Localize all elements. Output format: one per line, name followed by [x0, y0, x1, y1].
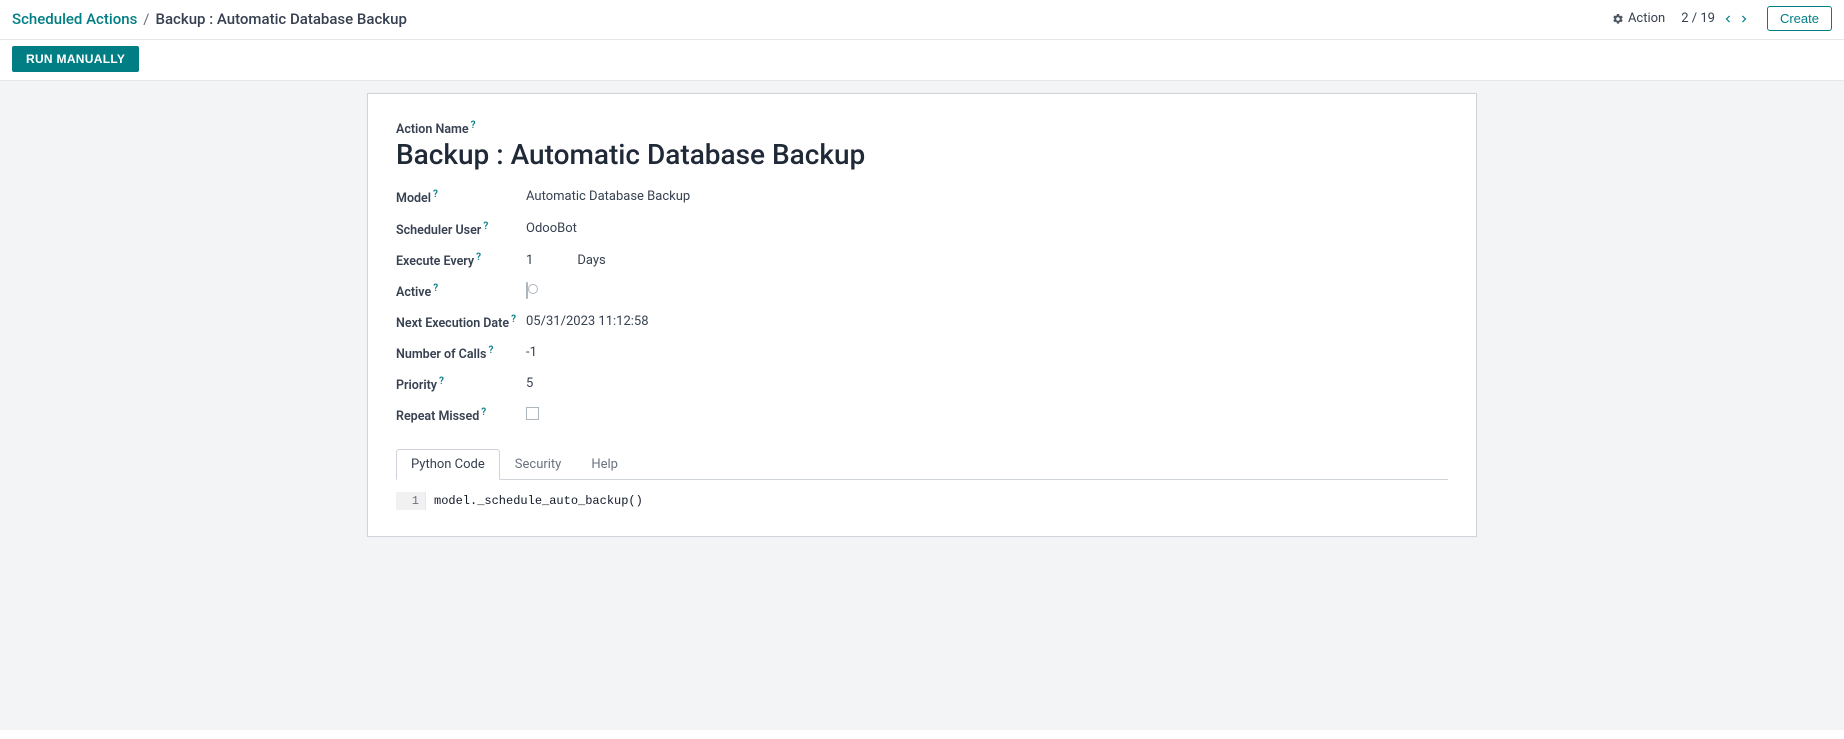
- pager: 2 / 19: [1681, 11, 1751, 26]
- code-line: model._schedule_auto_backup(): [426, 492, 643, 510]
- toolbar: RUN MANUALLY: [0, 40, 1844, 81]
- model-label: Model: [396, 192, 431, 207]
- form-grid: Model? Automatic Database Backup Schedul…: [396, 189, 936, 424]
- num-calls-label: Number of Calls: [396, 347, 486, 362]
- help-icon[interactable]: ?: [481, 407, 486, 418]
- chevron-right-icon[interactable]: [1737, 12, 1751, 26]
- help-icon[interactable]: ?: [439, 376, 444, 387]
- scheduler-user-label: Scheduler User: [396, 223, 481, 238]
- breadcrumb-separator: /: [143, 10, 149, 28]
- execute-every-label: Execute Every: [396, 254, 474, 269]
- active-label: Active: [396, 285, 431, 300]
- gear-icon: [1612, 13, 1624, 25]
- execute-every-unit: Days: [577, 253, 605, 268]
- help-icon[interactable]: ?: [476, 252, 481, 263]
- breadcrumb-current: Backup : Automatic Database Backup: [156, 10, 407, 28]
- help-icon[interactable]: ?: [433, 283, 438, 294]
- help-icon[interactable]: ?: [471, 120, 476, 131]
- execute-every-number: 1: [526, 253, 533, 268]
- chevron-left-icon[interactable]: [1721, 12, 1735, 26]
- repeat-missed-checkbox[interactable]: [526, 407, 539, 420]
- action-dropdown[interactable]: Action: [1612, 11, 1665, 26]
- run-manually-button[interactable]: RUN MANUALLY: [12, 46, 139, 72]
- code-gutter: 1: [396, 492, 426, 510]
- active-toggle[interactable]: [526, 282, 528, 299]
- priority-value: 5: [526, 376, 936, 393]
- header-right: Action 2 / 19 Create: [1612, 6, 1832, 31]
- form-sheet: Action Name? Backup : Automatic Database…: [367, 93, 1477, 537]
- help-icon[interactable]: ?: [483, 221, 488, 232]
- code-editor[interactable]: 1 model._schedule_auto_backup(): [396, 492, 1448, 510]
- next-exec-value: 05/31/2023 11:12:58: [526, 314, 936, 331]
- scheduler-user-value: OdooBot: [526, 221, 936, 238]
- tabs: Python Code Security Help: [396, 449, 1448, 480]
- tab-security[interactable]: Security: [500, 449, 577, 480]
- help-icon[interactable]: ?: [433, 189, 438, 200]
- model-value: Automatic Database Backup: [526, 189, 936, 206]
- page-body: Action Name? Backup : Automatic Database…: [0, 81, 1844, 730]
- priority-label: Priority: [396, 378, 437, 393]
- header-bar: Scheduled Actions / Backup : Automatic D…: [0, 0, 1844, 40]
- action-dropdown-label: Action: [1628, 11, 1665, 26]
- next-exec-label: Next Execution Date: [396, 316, 509, 331]
- action-name-label: Action Name: [396, 122, 469, 137]
- breadcrumb-root-link[interactable]: Scheduled Actions: [12, 10, 137, 28]
- repeat-missed-label: Repeat Missed: [396, 410, 479, 425]
- num-calls-value: -1: [526, 345, 936, 362]
- help-icon[interactable]: ?: [488, 345, 493, 356]
- breadcrumb: Scheduled Actions / Backup : Automatic D…: [12, 10, 407, 28]
- pager-text: 2 / 19: [1681, 11, 1715, 26]
- create-button[interactable]: Create: [1767, 6, 1832, 31]
- action-name-field: Action Name? Backup : Automatic Database…: [396, 120, 1448, 171]
- help-icon[interactable]: ?: [511, 314, 516, 325]
- action-name-value: Backup : Automatic Database Backup: [396, 139, 1448, 171]
- tab-python-code[interactable]: Python Code: [396, 449, 500, 480]
- tab-help[interactable]: Help: [576, 449, 633, 480]
